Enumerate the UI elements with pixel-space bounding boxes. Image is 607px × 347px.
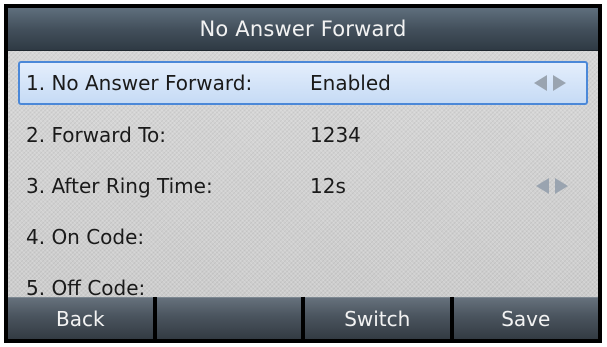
phone-screen: No Answer Forward 1. No Answer Forward: … xyxy=(4,4,602,343)
setting-label: 2. Forward To: xyxy=(26,122,167,147)
switch-button[interactable]: Switch xyxy=(305,297,450,339)
page-title: No Answer Forward xyxy=(199,17,407,41)
right-arrow-icon[interactable] xyxy=(553,75,566,91)
screen-content: No Answer Forward 1. No Answer Forward: … xyxy=(8,8,598,339)
setting-row-after-ring-time[interactable]: 3. After Ring Time: 12s xyxy=(8,160,598,211)
right-arrow-icon[interactable] xyxy=(555,177,568,194)
setting-row-on-code[interactable]: 4. On Code: xyxy=(8,211,598,262)
setting-label: 3. After Ring Time: xyxy=(26,173,213,198)
save-button[interactable]: Save xyxy=(453,297,598,339)
softkey-bar: Back Switch Save xyxy=(8,297,598,339)
setting-value: Enabled xyxy=(310,71,391,95)
setting-row-no-answer-forward[interactable]: 1. No Answer Forward: Enabled xyxy=(18,61,588,105)
left-arrow-icon[interactable] xyxy=(536,177,549,194)
setting-label: 1. No Answer Forward: xyxy=(26,71,253,95)
value-switch-arrows[interactable] xyxy=(536,177,568,194)
setting-value: 12s xyxy=(310,173,346,198)
value-switch-arrows[interactable] xyxy=(534,75,566,91)
settings-list: 1. No Answer Forward: Enabled 2. Forward… xyxy=(8,58,598,313)
setting-label: 4. On Code: xyxy=(26,224,145,249)
left-arrow-icon[interactable] xyxy=(534,75,547,91)
title-bar: No Answer Forward xyxy=(8,8,598,51)
empty-softkey[interactable] xyxy=(156,297,301,339)
back-button[interactable]: Back xyxy=(8,297,153,339)
setting-value[interactable]: 1234 xyxy=(310,123,361,147)
setting-row-forward-to[interactable]: 2. Forward To: 1234 xyxy=(8,109,598,160)
setting-label: 5. Off Code: xyxy=(26,275,146,300)
